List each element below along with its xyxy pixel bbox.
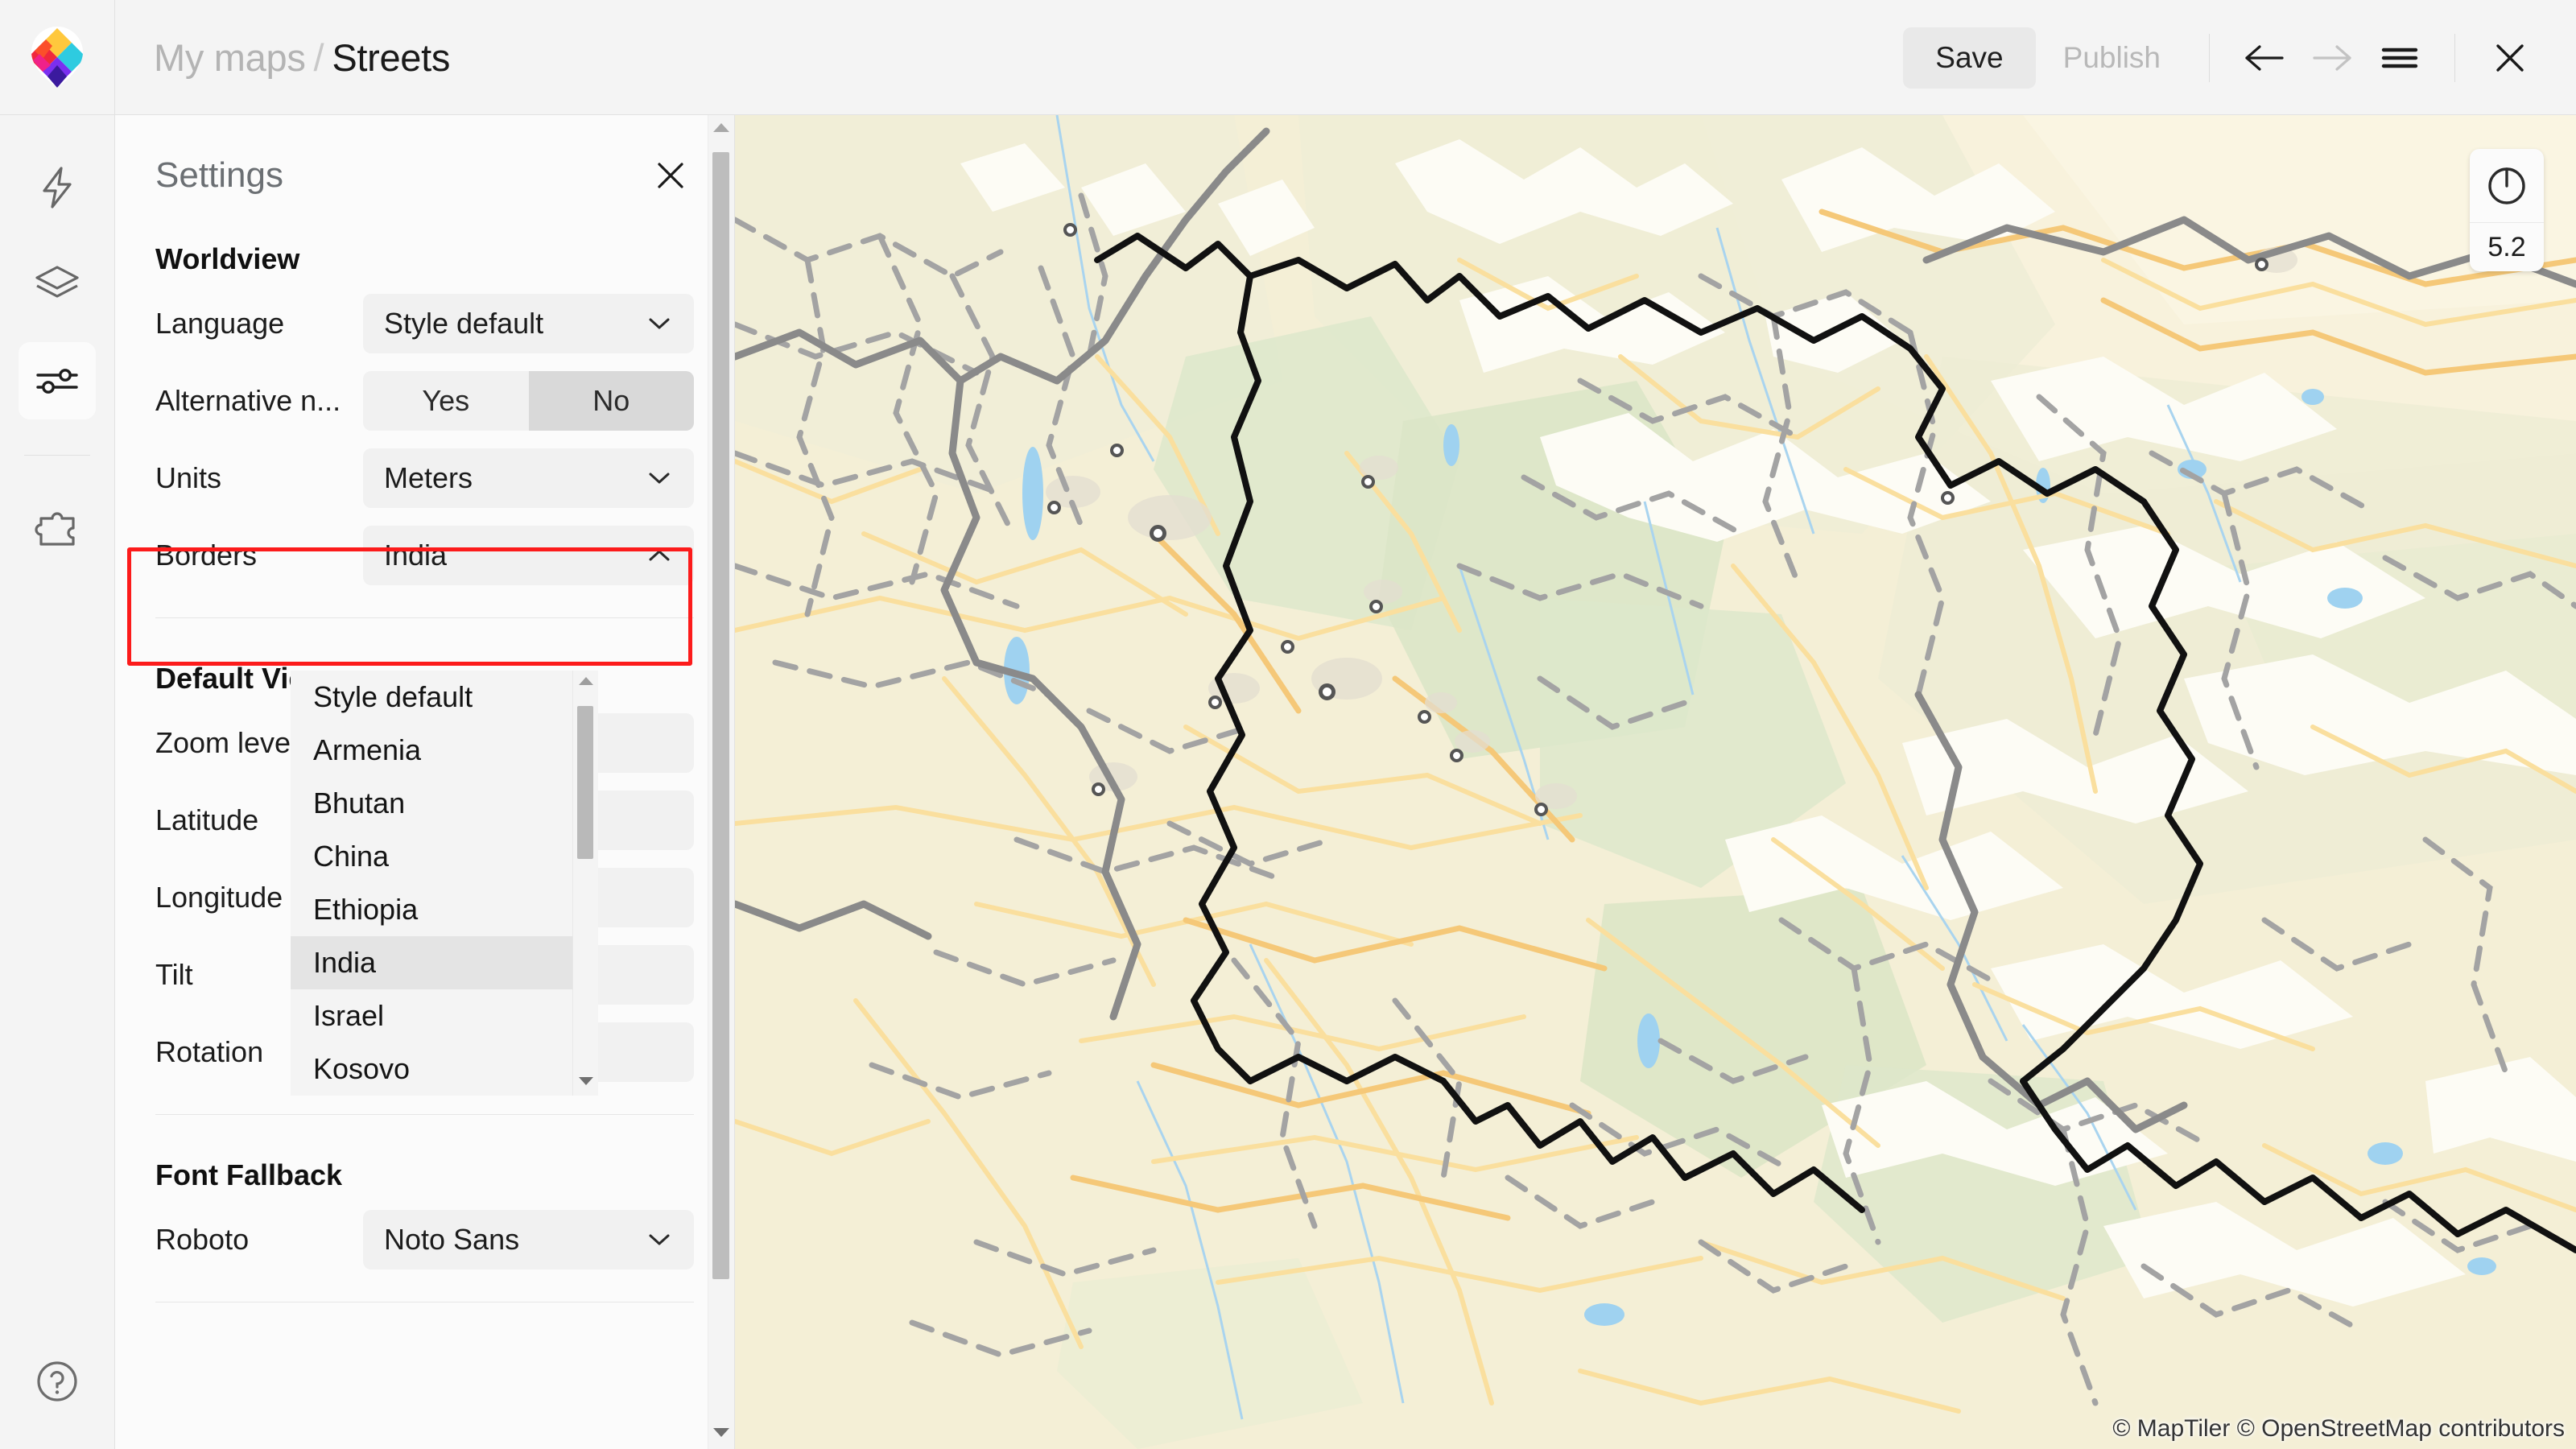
triangle-down-icon[interactable]	[578, 1075, 594, 1091]
lightning-bolt-icon	[43, 167, 72, 208]
triangle-up-icon[interactable]	[712, 122, 730, 138]
close-editor-button[interactable]	[2476, 24, 2544, 92]
help-circle-icon	[37, 1361, 77, 1402]
alternative-names-no[interactable]: No	[528, 371, 694, 431]
units-label: Units	[155, 461, 222, 494]
rail-item-plugins[interactable]	[19, 489, 96, 567]
arrow-left-icon	[2245, 44, 2284, 71]
row-roboto: Roboto Noto Sans	[115, 1210, 734, 1269]
section-title-worldview: Worldview	[155, 242, 300, 275]
layers-icon	[35, 266, 79, 298]
borders-option-armenia[interactable]: Armenia	[291, 724, 572, 777]
row-language: Language Style default	[115, 294, 734, 353]
publish-button[interactable]: Publish	[2036, 27, 2188, 89]
arrow-right-icon	[2313, 44, 2351, 71]
rail-item-settings[interactable]	[19, 342, 96, 419]
breadcrumb-parent[interactable]: My maps	[154, 36, 306, 79]
borders-dropdown-options: Style default Armenia Bhutan China Ethiopia I…	[291, 671, 572, 1096]
section-divider-2	[155, 1114, 694, 1115]
sliders-icon	[36, 369, 78, 394]
borders-select[interactable]: India	[363, 526, 694, 585]
map-zoom-level: 5.2	[2487, 231, 2526, 262]
language-select[interactable]: Style default	[363, 294, 694, 353]
toolbar-divider-2	[2454, 33, 2455, 82]
borders-label: Borders	[155, 539, 258, 572]
borders-dropdown-scrollbar[interactable]	[572, 671, 598, 1096]
triangle-up-icon[interactable]	[578, 675, 594, 691]
breadcrumb-separator: /	[313, 35, 324, 79]
borders-option-bhutan[interactable]: Bhutan	[291, 777, 572, 830]
map-compass-widget: 5.2	[2470, 149, 2544, 271]
borders-dropdown-list: Style default Armenia Bhutan China Ethiopia I…	[291, 671, 598, 1096]
borders-option-ethiopia[interactable]: Ethiopia	[291, 883, 572, 936]
settings-panel: Settings Worldview Language Style defaul…	[115, 115, 735, 1449]
map-render	[735, 115, 2576, 1449]
help-button[interactable]	[25, 1349, 89, 1414]
close-icon	[658, 163, 683, 188]
app-logo[interactable]	[0, 0, 115, 115]
row-alternative-names: Alternative n... Yes No	[115, 371, 734, 431]
borders-value: India	[384, 539, 448, 572]
alternative-names-label: Alternative n...	[155, 384, 341, 417]
roboto-fallback-select[interactable]: Noto Sans	[363, 1210, 694, 1269]
panel-close-button[interactable]	[647, 152, 694, 199]
compass-reset-button[interactable]	[2470, 149, 2544, 223]
redo-forward-button[interactable]	[2298, 24, 2366, 92]
units-value: Meters	[384, 461, 473, 494]
borders-option-israel[interactable]: Israel	[291, 989, 572, 1042]
borders-option-india[interactable]: India	[291, 936, 572, 989]
map-canvas[interactable]: 5.2 © MapTiler © OpenStreetMap contribut…	[735, 115, 2576, 1449]
borders-option-style-default[interactable]: Style default	[291, 671, 572, 724]
toolbar-divider-1	[2209, 33, 2210, 82]
app-root: My maps / Streets Save Publish Settings …	[0, 0, 2576, 1449]
language-label: Language	[155, 307, 285, 340]
settings-panel-scroll-thumb[interactable]	[712, 152, 729, 1279]
row-borders: Borders India	[115, 526, 734, 585]
chevron-down-icon	[647, 316, 671, 331]
roboto-fallback-value: Noto Sans	[384, 1223, 520, 1256]
alternative-names-yes[interactable]: Yes	[363, 371, 529, 431]
language-value: Style default	[384, 307, 544, 340]
settings-panel-scrollbar[interactable]	[708, 115, 734, 1449]
rail-item-quick-actions[interactable]	[19, 149, 96, 226]
triangle-down-icon[interactable]	[712, 1426, 730, 1443]
left-icon-rail	[0, 115, 115, 1449]
top-bar: My maps / Streets Save Publish	[0, 0, 2576, 115]
chevron-down-icon	[647, 471, 671, 485]
settings-panel-header: Settings	[115, 115, 734, 199]
toolbar: Save Publish	[1903, 0, 2576, 115]
panel-title: Settings	[155, 155, 283, 195]
maptiler-logo-icon	[31, 27, 83, 88]
compass-north-icon	[2488, 167, 2525, 204]
chevron-up-icon	[647, 548, 671, 563]
breadcrumb: My maps / Streets	[154, 35, 450, 80]
section-divider-1	[155, 617, 694, 618]
rail-divider	[24, 455, 90, 456]
chevron-down-icon	[647, 1232, 671, 1247]
section-title-font-fallback: Font Fallback	[155, 1158, 343, 1191]
puzzle-piece-icon	[35, 512, 75, 546]
rail-item-layers[interactable]	[19, 246, 96, 323]
save-button[interactable]: Save	[1903, 27, 2036, 89]
row-units: Units Meters	[115, 448, 734, 508]
map-attribution[interactable]: © MapTiler © OpenStreetMap contributors	[2112, 1415, 2565, 1443]
roboto-label: Roboto	[155, 1223, 250, 1256]
units-select[interactable]: Meters	[363, 448, 694, 508]
close-icon	[2496, 43, 2524, 72]
breadcrumb-current: Streets	[332, 35, 451, 79]
hamburger-menu-icon	[2381, 47, 2418, 68]
borders-option-china[interactable]: China	[291, 830, 572, 883]
borders-dropdown-scroll-thumb[interactable]	[577, 706, 593, 859]
alternative-names-toggle: Yes No	[363, 371, 694, 431]
undo-back-button[interactable]	[2231, 24, 2298, 92]
menu-button[interactable]	[2366, 24, 2434, 92]
borders-option-kosovo[interactable]: Kosovo	[291, 1042, 572, 1096]
